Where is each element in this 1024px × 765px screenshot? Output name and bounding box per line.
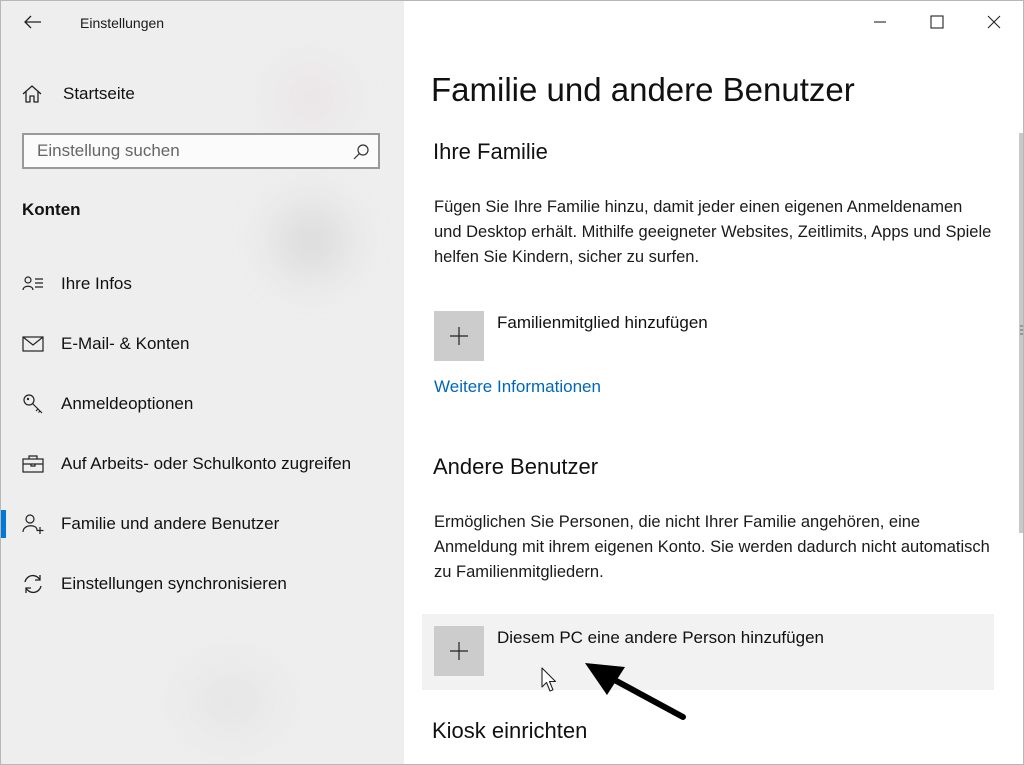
sidebar-item-label: Familie und andere Benutzer bbox=[61, 514, 280, 533]
minimize-icon bbox=[874, 21, 886, 23]
mail-icon bbox=[21, 332, 45, 356]
other-users-heading: Andere Benutzer bbox=[433, 454, 599, 479]
sidebar-item-label: Ihre Infos bbox=[61, 274, 132, 293]
back-arrow-icon bbox=[24, 15, 41, 29]
sync-icon bbox=[21, 572, 45, 596]
page-title: Familie und andere Benutzer bbox=[431, 71, 855, 108]
selection-indicator bbox=[1, 510, 6, 538]
add-person-icon bbox=[21, 512, 45, 536]
contact-card-icon bbox=[21, 272, 45, 296]
add-other-person-button[interactable]: Diesem PC eine andere Person hinzufügen bbox=[422, 614, 994, 690]
mouse-pointer-icon bbox=[541, 667, 557, 692]
sidebar-item-ihre-infos[interactable]: Ihre Infos bbox=[1, 262, 404, 306]
home-icon bbox=[22, 85, 42, 103]
plus-icon bbox=[450, 642, 468, 660]
add-family-member-button[interactable]: Familienmitglied hinzufügen bbox=[422, 299, 994, 375]
search-box[interactable] bbox=[22, 133, 380, 169]
sidebar-item-label: Anmeldeoptionen bbox=[61, 394, 194, 413]
sidebar-item-home[interactable]: Startseite bbox=[21, 79, 391, 109]
sidebar-item-arbeits-schulkonto[interactable]: Auf Arbeits- oder Schulkonto zugreifen bbox=[1, 442, 404, 486]
add-family-member-label: Familienmitglied hinzufügen bbox=[497, 313, 708, 332]
minimize-button[interactable] bbox=[851, 1, 909, 43]
sidebar-item-familie[interactable]: Familie und andere Benutzer bbox=[1, 502, 404, 546]
plus-tile bbox=[434, 311, 484, 361]
app-title: Einstellungen bbox=[80, 15, 165, 31]
sidebar-section-label: Konten bbox=[22, 200, 81, 219]
settings-window: Einstellungen Startseite Konten bbox=[0, 0, 1024, 765]
search-icon[interactable] bbox=[352, 143, 370, 161]
kiosk-heading: Kiosk einrichten bbox=[432, 718, 588, 743]
other-users-description: Ermöglichen Sie Personen, die nicht Ihre… bbox=[434, 513, 990, 581]
sidebar-item-label: Auf Arbeits- oder Schulkonto zugreifen bbox=[61, 454, 352, 473]
sidebar-item-email-konten[interactable]: E-Mail- & Konten bbox=[1, 322, 404, 366]
sidebar-home-label: Startseite bbox=[63, 84, 135, 103]
family-heading: Ihre Familie bbox=[433, 139, 548, 164]
briefcase-icon bbox=[21, 452, 45, 476]
family-description: Fügen Sie Ihre Familie hinzu, damit jede… bbox=[434, 198, 992, 266]
plus-tile bbox=[434, 626, 484, 676]
close-button[interactable] bbox=[965, 1, 1023, 43]
sidebar-item-synchronisieren[interactable]: Einstellungen synchronisieren bbox=[1, 562, 404, 606]
acrylic-blur-blob bbox=[191, 671, 271, 731]
sidebar-item-anmeldeoptionen[interactable]: Anmeldeoptionen bbox=[1, 382, 404, 426]
navigation-pane: Einstellungen Startseite Konten bbox=[1, 1, 404, 764]
add-other-person-label: Diesem PC eine andere Person hinzufügen bbox=[497, 628, 824, 647]
scroll-grip-icon bbox=[1020, 325, 1023, 335]
sidebar-item-label: E-Mail- & Konten bbox=[61, 334, 190, 353]
maximize-icon bbox=[930, 15, 944, 29]
more-info-link[interactable]: Weitere Informationen bbox=[434, 377, 601, 397]
search-input[interactable] bbox=[24, 135, 357, 167]
maximize-button[interactable] bbox=[908, 1, 966, 43]
back-button[interactable] bbox=[21, 10, 45, 34]
key-icon bbox=[21, 392, 45, 416]
close-icon bbox=[987, 15, 1001, 29]
sidebar-item-label: Einstellungen synchronisieren bbox=[61, 574, 287, 593]
plus-icon bbox=[450, 327, 468, 345]
